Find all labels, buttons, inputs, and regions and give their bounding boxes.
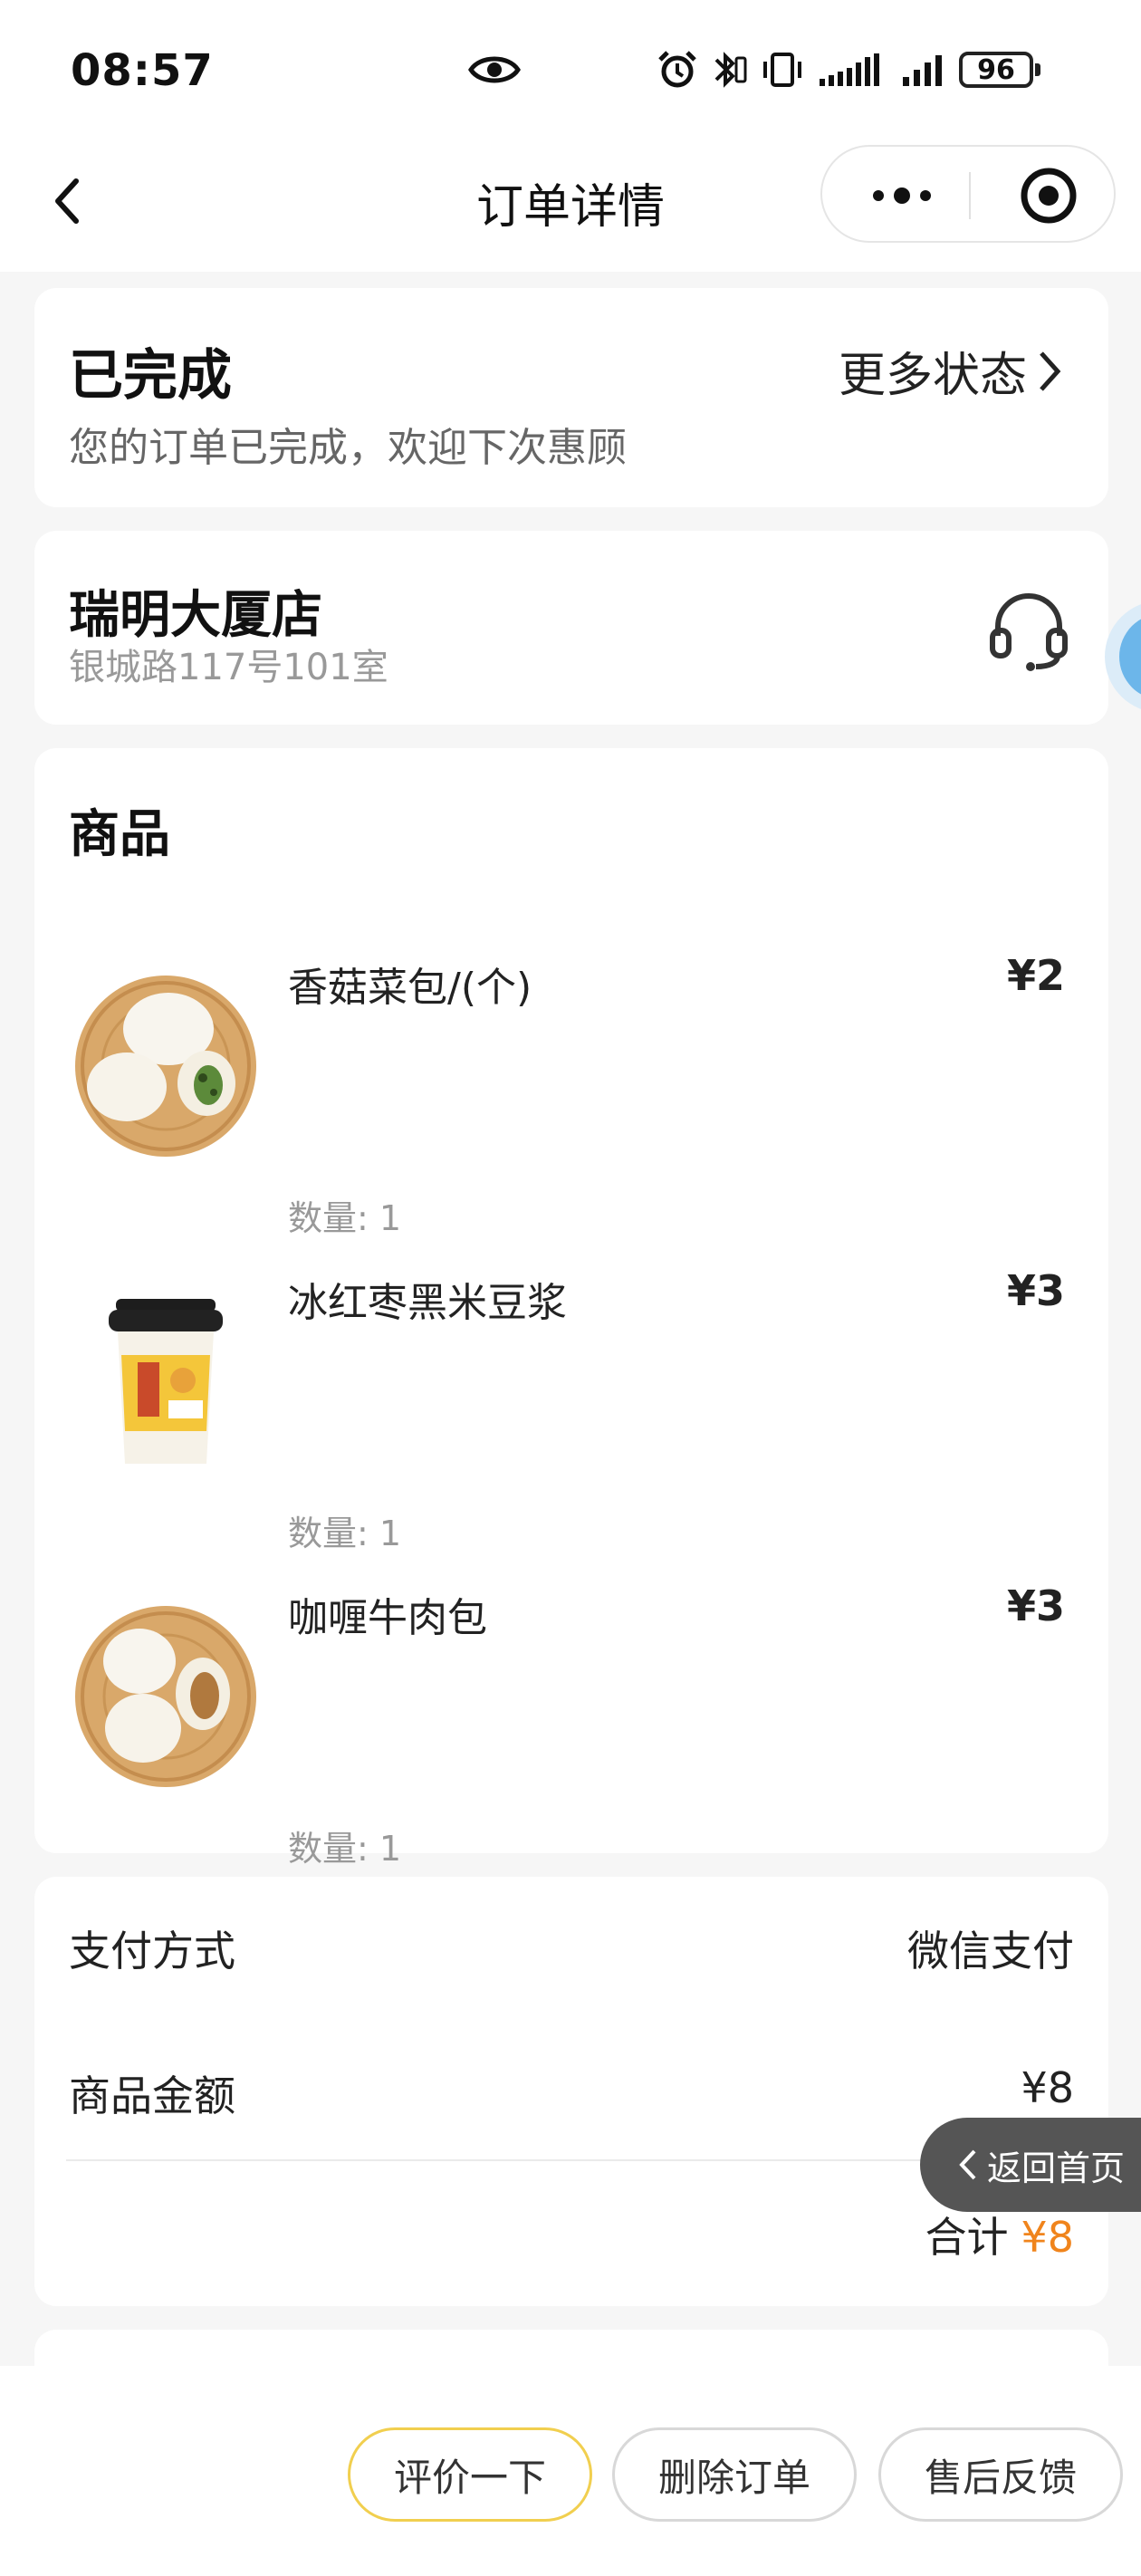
product-image [75,1606,256,1787]
back-home-button[interactable]: 返回首页 [920,2118,1141,2212]
product-price: ¥3 [1006,1266,1065,1315]
after-sales-button[interactable]: 售后反馈 [878,2427,1123,2522]
store-address: 银城路117号101室 [69,647,388,688]
product-name: 香菇菜包/(个) [288,965,532,1011]
product-image [109,1299,223,1464]
products-card: 商品 香菇菜包/(个) ¥2 数量: 1 冰红枣黑米豆浆 ¥3 数量: 1 咖喱… [34,748,1108,1869]
more-dots-icon[interactable] [866,174,938,217]
signal-icon [903,55,942,86]
status-icons: 96 [657,47,1040,92]
headset-icon[interactable] [985,585,1072,672]
order-status-card: 已完成 您的订单已完成，欢迎下次惠顾 更多状态 [34,288,1108,507]
list-item[interactable]: 香菇菜包/(个) ¥2 数量: 1 [34,938,1108,1254]
payment-method-value: 微信支付 [907,1927,1074,1975]
list-item[interactable]: 冰红枣黑米豆浆 ¥3 数量: 1 [34,1254,1108,1569]
chevron-left-icon [959,2149,976,2180]
product-quantity: 数量: 1 [288,1514,401,1553]
status-time: 08:57 [71,45,214,96]
goods-amount-value: ¥8 [1021,2063,1074,2112]
payment-card: 支付方式 微信支付 商品金额 ¥8 合计 ¥8 [34,1877,1108,2306]
target-icon[interactable] [1020,167,1078,225]
product-quantity: 数量: 1 [288,1198,401,1238]
delete-order-button[interactable]: 删除订单 [612,2427,857,2522]
product-name: 冰红枣黑米豆浆 [288,1280,567,1326]
mini-program-capsule [820,145,1116,243]
eye-icon [468,56,521,83]
product-price: ¥2 [1006,951,1065,1000]
list-item[interactable]: 咖喱牛肉包 ¥3 数量: 1 [34,1569,1108,1884]
alarm-icon [658,51,696,88]
product-price: ¥3 [1006,1581,1065,1630]
battery-level: 96 [959,52,1033,88]
payment-method-label: 支付方式 [69,1927,235,1975]
status-bar: 08:57 96 [0,0,1141,136]
order-total: 合计 ¥8 [925,2205,1074,2264]
review-button[interactable]: 评价一下 [348,2427,592,2522]
order-status-subtitle: 您的订单已完成，欢迎下次惠顾 [69,425,627,471]
chat-bubble-icon[interactable] [1098,598,1141,716]
store-card: 瑞明大厦店 银城路117号101室 [34,531,1108,725]
bottom-action-bar: 评价一下 删除订单 售后反馈 [0,2366,1141,2576]
product-name: 咖喱牛肉包 [288,1595,487,1641]
order-status-title: 已完成 [69,344,232,408]
goods-amount-label: 商品金额 [69,2071,235,2120]
top-bar: 08:57 96 订单详情 [0,0,1141,272]
total-value: ¥8 [1021,2213,1074,2262]
battery-icon: 96 [959,52,1040,88]
more-status-link[interactable]: 更多状态 [839,337,1063,405]
back-home-label: 返回首页 [987,2148,1126,2188]
store-name: 瑞明大厦店 [69,586,322,645]
more-status-label: 更多状态 [838,349,1027,403]
vibrate-icon [763,53,801,87]
signal-icon [820,53,879,86]
total-label: 合计 [925,2213,1009,2262]
product-quantity: 数量: 1 [288,1829,401,1869]
bluetooth-icon [714,52,747,88]
products-title: 商品 [69,805,170,864]
product-image [75,976,256,1157]
chevron-right-icon [1040,351,1061,391]
